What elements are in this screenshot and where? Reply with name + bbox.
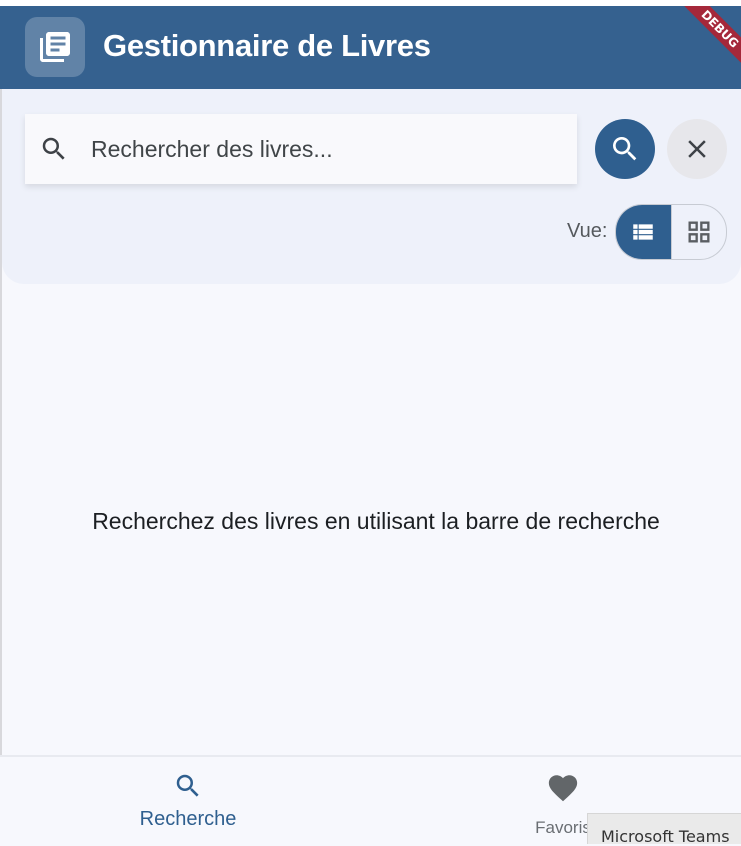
- page-title: Gestionnaire de Livres: [103, 28, 431, 63]
- search-icon: [176, 774, 199, 797]
- grid-view-icon: [688, 221, 710, 243]
- grid-view-button[interactable]: [670, 205, 727, 259]
- library-books-icon: [40, 32, 70, 62]
- app-bar: Gestionnaire de Livres DEBUG: [0, 6, 741, 89]
- view-toggle: [615, 204, 727, 260]
- app-logo: [25, 17, 85, 77]
- teams-notification[interactable]: Microsoft Teams: [587, 813, 741, 844]
- close-icon: [688, 140, 706, 158]
- heart-icon: [548, 775, 578, 802]
- search-button[interactable]: [595, 119, 655, 179]
- nav-item-recherche[interactable]: Recherche: [133, 771, 243, 831]
- search-icon: [613, 137, 637, 161]
- view-list-icon: [633, 224, 653, 240]
- view-label: Vue:: [567, 220, 608, 242]
- list-view-button[interactable]: [616, 205, 671, 259]
- search-icon: [42, 137, 65, 160]
- nav-label: Recherche: [139, 808, 237, 830]
- search-input[interactable]: [91, 114, 561, 184]
- empty-state-message: Recherchez des livres en utilisant la ba…: [92, 508, 660, 534]
- debug-banner: DEBUG: [671, 6, 741, 78]
- clear-button[interactable]: [667, 119, 727, 179]
- search-field[interactable]: [25, 114, 577, 184]
